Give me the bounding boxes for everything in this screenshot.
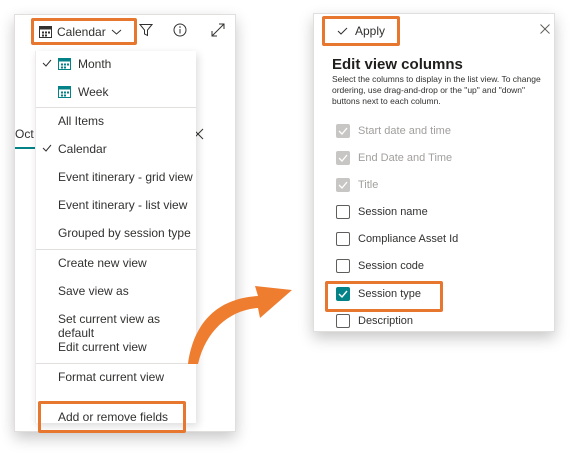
menu-item-all-items[interactable]: All Items [36,108,196,134]
view-menu: Month Week All Items Calendar Event itin… [35,51,196,433]
menu-item-label: Save view as [58,284,129,298]
column-checkbox[interactable] [336,259,350,273]
column-row-end-date: End Date and Time [336,149,452,167]
edit-view-columns-panel: Apply Edit view columns Select the colum… [313,13,555,332]
column-row-session-code[interactable]: Session code [336,257,424,275]
calendar-icon [58,85,71,98]
column-label: Session type [358,288,421,300]
month-tab-label: Oct [15,127,34,141]
tab-underline [15,147,35,149]
column-checkbox-checked[interactable] [336,287,350,301]
filter-icon[interactable] [139,23,153,37]
menu-item-add-remove-fields[interactable]: Add or remove fields [36,404,196,430]
list-view-panel: Calendar Oct Month Week All Items Calend… [14,14,236,433]
menu-item-edit-current-view[interactable]: Edit current view [36,334,196,360]
apply-label: Apply [355,24,386,38]
menu-item-label: Calendar [58,142,107,156]
column-label: End Date and Time [358,152,453,164]
chevron-down-icon [111,28,122,36]
menu-item-save-view-as[interactable]: Save view as [36,278,196,304]
expand-icon[interactable] [211,23,225,37]
column-row-compliance-asset-id[interactable]: Compliance Asset Id [336,230,458,248]
column-checkbox[interactable] [336,232,350,246]
menu-item-event-itinerary-grid[interactable]: Event itinerary - grid view [36,164,196,190]
menu-item-label: Month [78,57,112,71]
checkmark-icon [42,143,52,153]
menu-item-grouped-by-session-type[interactable]: Grouped by session type [36,220,196,246]
column-label: Description [358,315,414,327]
menu-item-label: Add or remove fields [58,410,169,424]
view-switcher-button[interactable]: Calendar [31,18,137,45]
menu-item-week[interactable]: Week [36,79,196,105]
column-row-start-date: Start date and time [336,122,451,140]
menu-item-event-itinerary-list[interactable]: Event itinerary - list view [36,192,196,218]
calendar-icon [39,25,52,38]
orange-arrow-icon [188,286,292,364]
column-label: Compliance Asset Id [358,233,459,245]
column-label: Start date and time [358,125,451,137]
column-row-session-name[interactable]: Session name [336,203,428,221]
disabled-checkbox [336,178,350,192]
menu-item-format-current-view[interactable]: Format current view [36,364,196,390]
view-switcher-label: Calendar [57,24,106,39]
menu-item-label: Week [78,85,109,99]
menu-item-create-new-view[interactable]: Create new view [36,250,196,276]
menu-item-label: Grouped by session type [58,226,191,240]
menu-item-label: Create new view [58,256,147,270]
panel-description: Select the columns to display in the lis… [332,74,541,106]
apply-button[interactable]: Apply [322,16,400,46]
column-label: Title [358,179,379,191]
panel-title: Edit view columns [332,56,463,73]
checkmark-icon [42,58,52,68]
column-checkbox[interactable] [336,205,350,219]
disabled-checkbox [336,124,350,138]
info-icon[interactable] [173,23,187,37]
column-label: Session name [358,206,428,218]
menu-item-label: Edit current view [58,340,147,354]
menu-item-label: Event itinerary - list view [58,198,188,212]
command-bar: Calendar [15,15,235,53]
column-row-session-type[interactable]: Session type [336,285,421,303]
close-icon[interactable] [540,24,550,34]
column-label: Session code [358,260,425,272]
column-row-description[interactable]: Description [336,312,413,330]
column-checkbox[interactable] [336,314,350,328]
menu-item-month[interactable]: Month [36,51,196,77]
menu-item-set-default-view[interactable]: Set current view as default [36,306,196,340]
column-row-title: Title [336,176,378,194]
calendar-icon [58,57,71,70]
checkmark-icon [337,26,348,36]
disabled-checkbox [336,151,350,165]
menu-item-label: All Items [58,114,105,128]
menu-item-label: Event itinerary - grid view [58,170,193,184]
menu-item-calendar[interactable]: Calendar [36,136,196,162]
menu-item-label: Format current view [58,370,165,384]
